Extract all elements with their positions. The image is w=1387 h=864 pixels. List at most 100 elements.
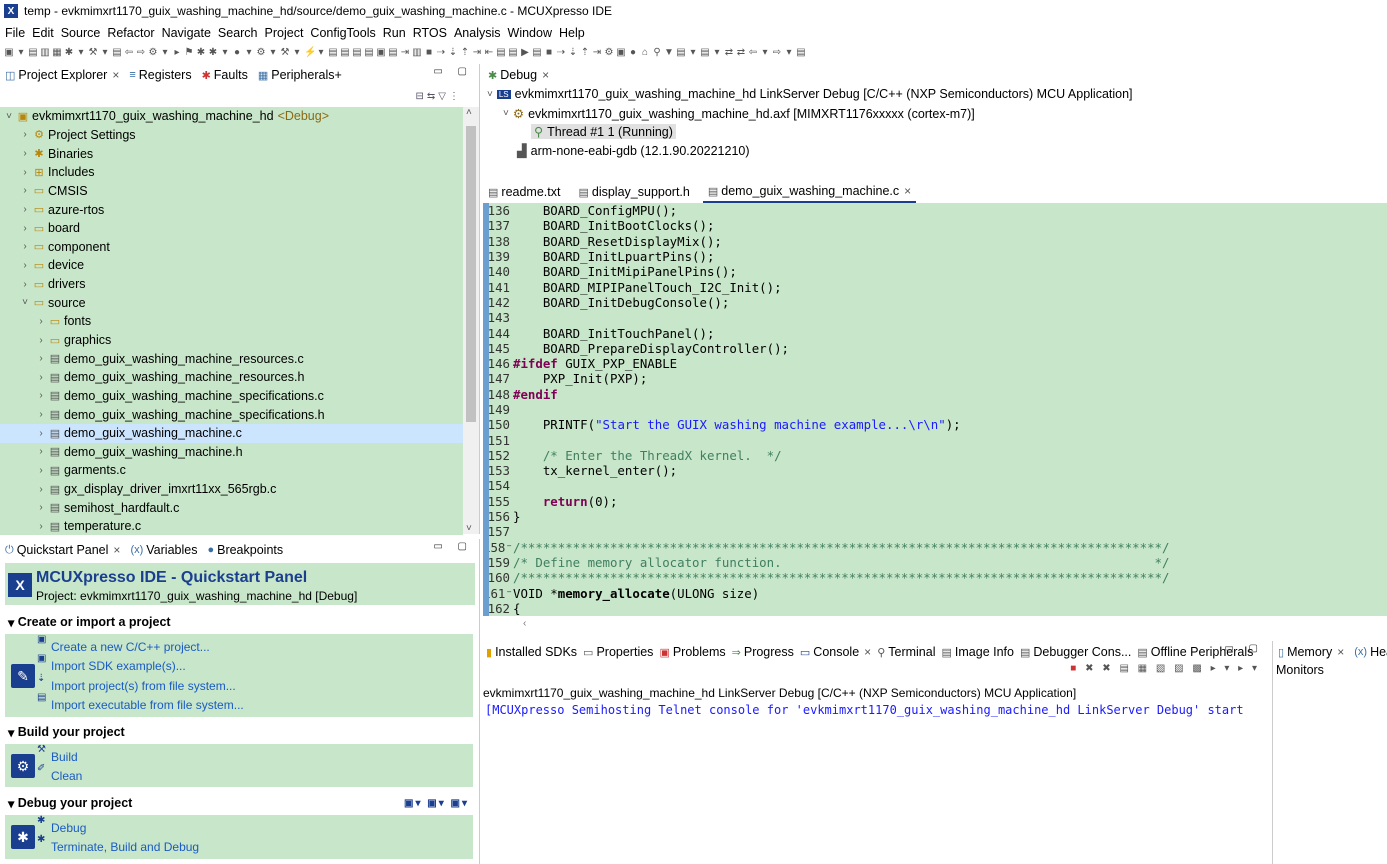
toolbar-button-icon[interactable]: ⇥: [592, 47, 602, 58]
tree-item-demo-guix-washing-machine-resources-c[interactable]: › ▤ demo_guix_washing_machine_resources.c: [0, 349, 463, 368]
terminate-icon[interactable]: ■: [1070, 663, 1079, 674]
toolbar-button-icon[interactable]: ⇣: [448, 47, 458, 58]
toolbar-button-icon[interactable]: ⚑: [184, 47, 194, 58]
toolbar-button-icon[interactable]: ⇦: [124, 47, 134, 58]
toolbar-button-icon[interactable]: ▥: [412, 47, 422, 58]
chevron-right-icon[interactable]: ›: [20, 260, 30, 271]
menu-window[interactable]: Window: [508, 26, 552, 40]
tab-terminal[interactable]: ⚲ Terminal: [874, 641, 938, 663]
toolbar-button-icon[interactable]: ▣: [376, 47, 386, 58]
chevron-right-icon[interactable]: ›: [36, 446, 46, 457]
chevron-right-icon[interactable]: ›: [36, 521, 46, 532]
toolbar-button-icon[interactable]: ⚲: [652, 47, 662, 58]
toolbar-button-icon[interactable]: ⇡: [580, 47, 590, 58]
tree-item-component[interactable]: › ▭ component: [0, 237, 463, 256]
minimize-maximize-icon[interactable]: ▭ ▢: [433, 66, 473, 77]
chevron-right-icon[interactable]: ›: [20, 279, 30, 290]
filter-icon[interactable]: ▽: [438, 91, 446, 102]
tree-item-demo-guix-washing-machine-c[interactable]: › ▤ demo_guix_washing_machine.c: [0, 423, 463, 443]
terminate-build-debug-link[interactable]: ✱ Terminate, Build and Debug: [37, 834, 199, 854]
code-area[interactable]: 136 BOARD_ConfigMPU(); 137 BOARD_InitBoot…: [483, 203, 1387, 616]
toolbar-button-icon[interactable]: ▾: [268, 47, 278, 58]
chevron-down-icon[interactable]: ˅: [20, 297, 30, 308]
menu-project[interactable]: Project: [265, 26, 304, 40]
remove-icon[interactable]: ✖: [1085, 663, 1096, 674]
tab-quickstart[interactable]: ⏻ Quickstart Panel ×: [0, 539, 125, 561]
toolbar-button-icon[interactable]: ▤: [364, 47, 374, 58]
chevron-right-icon[interactable]: ›: [36, 335, 46, 346]
create-project-link[interactable]: ▣ Create a new C/C++ project...: [37, 634, 210, 654]
minimize-maximize-icon[interactable]: ▭ ▢: [1224, 643, 1264, 654]
toolbar-button-icon[interactable]: ■: [544, 47, 554, 58]
section-debug[interactable]: ▾ Debug your project ▣▾ ▣▾ ▣▾: [5, 793, 475, 813]
close-icon[interactable]: ×: [113, 543, 120, 557]
menu-edit[interactable]: Edit: [32, 26, 54, 40]
close-icon[interactable]: ×: [864, 645, 871, 659]
tab-registers[interactable]: ≡ Registers: [124, 64, 196, 86]
toolbar-button-icon[interactable]: ▤: [496, 47, 506, 58]
tree-item-demo-guix-washing-machine-specifications-h[interactable]: › ▤ demo_guix_washing_machine_specificatio…: [0, 405, 463, 424]
toolbar-button-icon[interactable]: ▾: [16, 47, 26, 58]
tree-item-evkmimxrt1170-guix-washing-machine-hd[interactable]: ˅ ▣ evkmimxrt1170_guix_washing_machine_hd <…: [0, 107, 463, 126]
tab-progress[interactable]: ⇒ Progress: [729, 641, 797, 663]
import-project-link[interactable]: ⇣ Import project(s) from file system...: [37, 673, 236, 693]
toolbar-button-icon[interactable]: ▾: [316, 47, 326, 58]
tab-debugger-cons[interactable]: ▤ Debugger Cons...: [1017, 641, 1134, 663]
chevron-right-icon[interactable]: ›: [36, 465, 46, 476]
chevron-right-icon[interactable]: ›: [36, 316, 46, 327]
tab-problems[interactable]: ▣ Problems: [656, 641, 728, 663]
toolbar-button-icon[interactable]: ⇤: [484, 47, 494, 58]
toolbar-button-icon[interactable]: ●: [232, 47, 242, 58]
toolbar-button-icon[interactable]: ▾: [760, 47, 770, 58]
toolbar-button-icon[interactable]: ⇨: [772, 47, 782, 58]
tab-project-explorer[interactable]: ◫ Project Explorer ×: [0, 64, 124, 86]
tab-properties[interactable]: ▭ Properties: [580, 641, 656, 663]
link-editor-icon[interactable]: ⇆: [427, 91, 435, 102]
tab-image-info[interactable]: ▤ Image Info: [939, 641, 1017, 663]
toolbar-button-icon[interactable]: ▾: [784, 47, 794, 58]
close-icon[interactable]: ×: [904, 184, 911, 198]
toolbar-button-icon[interactable]: ▤: [388, 47, 398, 58]
toolbar-button-icon[interactable]: ⇥: [400, 47, 410, 58]
toolbar-button-icon[interactable]: ▸: [172, 47, 182, 58]
debug-options-icons[interactable]: ▣▾ ▣▾ ▣▾: [404, 798, 469, 809]
tree-item-semihost-hardfault-c[interactable]: › ▤ semihost_hardfault.c: [0, 498, 463, 517]
toolbar-button-icon[interactable]: ▾: [712, 47, 722, 58]
thread-row[interactable]: ⚲ Thread #1 1 (Running): [531, 124, 676, 139]
tab-demo-c[interactable]: ▤ demo_guix_washing_machine.c ×: [702, 181, 917, 203]
toolbar-button-icon[interactable]: ▣: [616, 47, 626, 58]
toolbar-button-icon[interactable]: ▾: [76, 47, 86, 58]
toolbar-button-icon[interactable]: ⇨: [136, 47, 146, 58]
toolbar-button-icon[interactable]: ⚒: [88, 47, 98, 58]
tree-item-project-settings[interactable]: › ⚙ Project Settings: [0, 126, 463, 145]
chevron-right-icon[interactable]: ›: [20, 241, 30, 252]
console-body[interactable]: evkmimxrt1170_guix_washing_machine_hd Li…: [483, 686, 1273, 864]
tab-variables[interactable]: (x) Variables: [125, 539, 202, 561]
menu-source[interactable]: Source: [61, 26, 101, 40]
tree-item-cmsis[interactable]: › ▭ CMSIS: [0, 182, 463, 201]
chevron-right-icon[interactable]: ›: [36, 372, 46, 383]
import-executable-link[interactable]: ▤ Import executable from file system...: [37, 692, 244, 712]
chevron-right-icon[interactable]: ›: [36, 428, 46, 439]
toolbar-button-icon[interactable]: ▾: [100, 47, 110, 58]
chevron-right-icon[interactable]: ›: [20, 148, 30, 159]
menu-analysis[interactable]: Analysis: [454, 26, 501, 40]
section-build[interactable]: ▾ Build your project: [5, 722, 475, 742]
toolbar-button-icon[interactable]: ⇢: [436, 47, 446, 58]
import-sdk-link[interactable]: ▣ Import SDK example(s)...: [37, 653, 186, 673]
toolbar-button-icon[interactable]: ▾: [220, 47, 230, 58]
toolbar-button-icon[interactable]: ▣: [4, 47, 14, 58]
collapse-all-icon[interactable]: ⊟: [416, 91, 424, 102]
tree-item-garments-c[interactable]: › ▤ garments.c: [0, 461, 463, 480]
menu-icon[interactable]: ⋮: [449, 91, 459, 102]
clean-link[interactable]: ✐ Clean: [37, 763, 82, 783]
scroll-up-icon[interactable]: ˄: [466, 107, 472, 118]
toolbar-button-icon[interactable]: ✱: [64, 47, 74, 58]
chevron-right-icon[interactable]: ›: [36, 390, 46, 401]
tree-item-fonts[interactable]: › ▭ fonts: [0, 312, 463, 331]
toolbar-button-icon[interactable]: ▤: [796, 47, 806, 58]
tree-item-azure-rtos[interactable]: › ▭ azure-rtos: [0, 200, 463, 219]
toolbar-button-icon[interactable]: ⚙: [256, 47, 266, 58]
tree-item-demo-guix-washing-machine-specifications-c[interactable]: › ▤ demo_guix_washing_machine_specificatio…: [0, 387, 463, 406]
tree-item-demo-guix-washing-machine-resources-h[interactable]: › ▤ demo_guix_washing_machine_resources.h: [0, 368, 463, 387]
